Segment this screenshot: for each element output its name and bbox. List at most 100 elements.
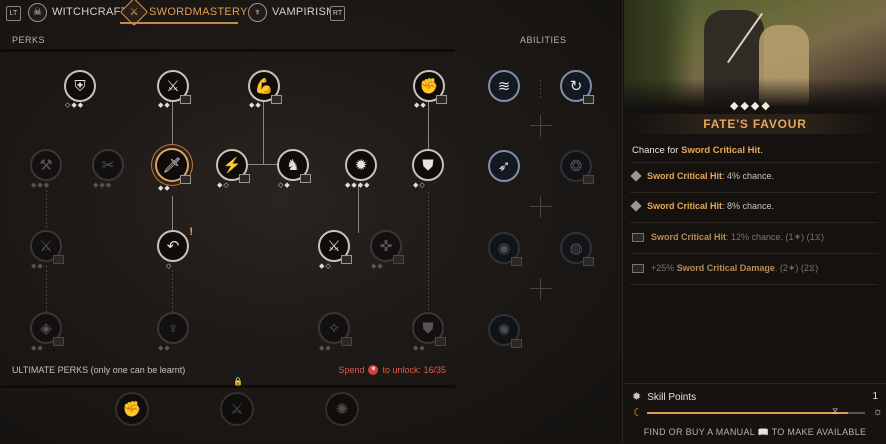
dash-ability-icon[interactable]: ➶ [488,150,520,182]
manual-book-icon [511,257,522,266]
hourglass-icon: ⧖ [832,406,839,416]
hint-suffix: TO MAKE AVAILABLE [771,427,867,437]
tab-vampirism-label: VAMPIRISM [272,6,336,18]
ultimate-perk-burst[interactable]: ✺ [325,392,359,426]
rank-name: Sword Critical Hit [647,171,723,181]
ultimate-perk-fist[interactable]: ✊ [115,392,149,426]
locked-perk-icon[interactable]: ♆ [157,312,189,344]
spin-ability-icon[interactable]: ↻ [560,70,594,104]
alert-icon: ! [189,226,193,238]
manual-book-icon [632,264,644,273]
dodge-perk-icon[interactable]: ↶! [157,226,193,262]
rank-prefix: +25% [651,263,675,273]
rt-key-hint: RT [330,6,345,21]
locked-ability-icon[interactable]: ◍ [560,232,594,266]
locked-perk-icon[interactable]: ⛊ [412,312,446,346]
sun-icon: ☼ [872,406,883,418]
manual-book-icon [341,255,352,264]
tab-witchcraft[interactable]: ☠ WITCHCRAFT [28,0,128,24]
rank-divider [630,284,878,285]
beast-perk-icon[interactable]: ♞ [277,149,311,183]
skill-category-tabs: LT ☠ WITCHCRAFT ⚔ SWORDMASTERY ♆ VAMPIRI… [0,0,622,27]
skill-progress-bar: ☾ ⧖ ☼ [633,406,883,420]
wind-ability-icon[interactable]: ≋ [488,70,520,102]
tree-connector-locked [172,270,173,314]
locked-perk-icon[interactable]: ⚔ [30,230,64,264]
perks-section-label: PERKS [12,35,46,45]
locked-perk-icon[interactable]: ✧ [318,312,352,346]
armor-perk-icon[interactable]: ⛊ [412,149,444,181]
locked-ability-icon[interactable]: ✺ [488,314,522,348]
rank-divider [630,162,878,163]
manual-book-icon [239,174,250,183]
shield-perk-icon[interactable]: ⛨ [64,70,96,102]
perk-rank-diamonds: ◆◆ [158,345,171,352]
rank-text: : 4% chance. [722,171,775,181]
active-tab-underline [120,22,238,24]
tree-connector [358,185,359,233]
burst-perk-icon[interactable]: ✹ [345,149,377,181]
strike-perk-icon[interactable]: ⚡ [216,149,250,183]
tab-swordmastery[interactable]: ⚔ SWORDMASTERY [119,0,248,27]
moon-icon: ☾ [633,407,643,419]
fist-perk-icon[interactable]: ✊ [413,70,447,104]
perk-rank-diamonds: ◆◆ [249,102,262,109]
rank-name: Sword Critical Damage [676,263,775,273]
tab-witchcraft-label: WITCHCRAFT [52,6,128,18]
rank-extra: ) (2 [795,263,809,273]
manual-book-icon [632,233,644,242]
rank-divider [630,222,878,223]
parry-perk-icon[interactable]: ⚔ [318,230,352,264]
description-suffix: . [760,145,763,156]
tree-connector-locked [46,186,47,232]
manual-hint: FIND OR BUY A MANUAL 📖 TO MAKE AVAILABLE [643,427,867,437]
locked-ability-icon[interactable]: ❂ [560,150,594,184]
locked-perk-icon[interactable]: ⚒ [30,149,62,181]
diamond-icon [630,200,642,212]
rank-name: Sword Critical Hit [647,201,723,211]
perk-rank-diamonds: ◇◆◆ [65,102,85,109]
perk-description: Chance for Sword Critical Hit. [632,145,763,156]
slash-perk-icon[interactable]: ⚔ [157,70,191,104]
skill-point-icon: ✶ [368,365,379,375]
description-prefix: Chance for [632,145,679,156]
spend-prefix: Spend [338,365,365,375]
locked-ability-icon[interactable]: ◉ [488,232,522,266]
tree-connector-locked [46,266,47,312]
manual-book-icon [436,95,447,104]
hint-prefix: FIND OR BUY A MANUAL [643,427,755,437]
manual-book-icon [435,337,446,346]
tree-connector [263,100,264,164]
perk-rank-4: +25% Sword Critical Damage. (2✶) (2⧖) [632,263,818,274]
perk-rank-2: Sword Critical Hit: 8% chance. [630,200,774,212]
tree-connector [172,100,173,148]
perk-rank-diamonds: ◆◆◆ [31,182,51,189]
perk-rank-diamonds: ◆◆ [158,102,171,109]
perk-preview-image [624,0,886,108]
progress-fill [647,412,848,414]
tab-vampirism[interactable]: ♆ VAMPIRISM [248,0,336,24]
manual-book-icon [583,257,594,266]
perk-rank-diamonds: ◆◆ [319,345,332,352]
locked-perk-icon[interactable]: ✂ [92,149,124,181]
skull-icon: ☠ [28,2,47,22]
rank-extra: ) [820,232,824,242]
unlock-requirement: Spend ✶ to unlock: 16/35 [338,365,446,375]
flex-perk-icon[interactable]: 💪 [248,70,282,104]
rank-divider [630,253,878,254]
skill-points-value: 1 [872,391,878,402]
perks-divider [0,49,455,52]
ultimate-perk-sword[interactable]: ⚔ [220,392,254,426]
spend-suffix: to unlock: 16/35 [382,365,446,375]
perk-rank-diamonds: ◆◇ [413,182,426,189]
fates-favour-perk-icon[interactable]: 🗡 [155,148,191,184]
gear-icon: ✹ [632,391,642,403]
manual-book-icon [511,339,522,348]
perk-rank-diamonds: ◆◆◆ [93,182,113,189]
vampire-icon: ♆ [248,2,267,22]
locked-perk-icon[interactable]: ◈ [30,312,64,346]
rank-divider [630,192,878,193]
manual-book-icon [300,174,311,183]
locked-perk-icon[interactable]: ✜ [370,230,404,264]
tree-connector [172,196,173,230]
